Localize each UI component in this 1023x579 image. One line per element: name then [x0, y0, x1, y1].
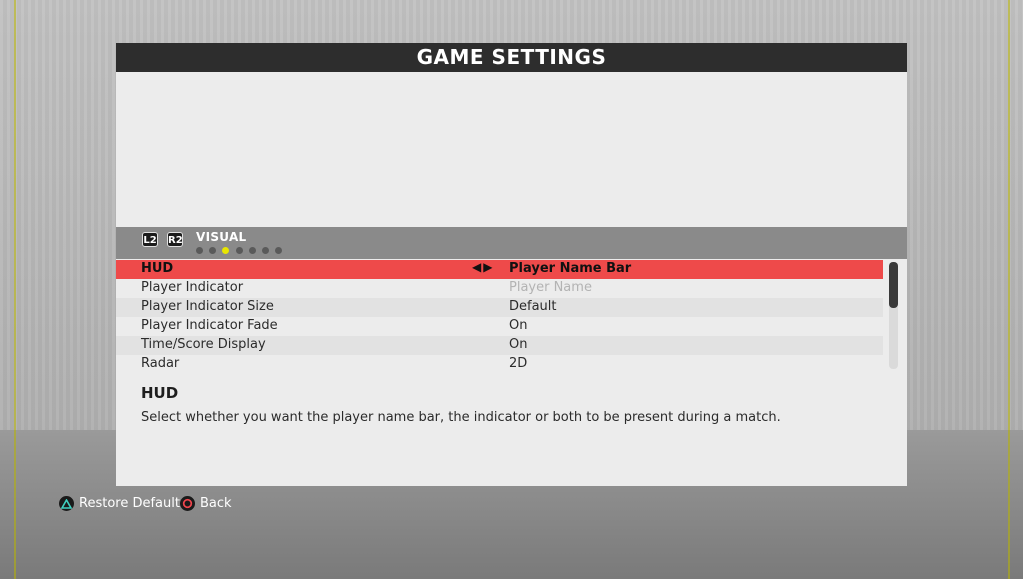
- category-label: VISUAL: [196, 230, 247, 244]
- setting-value: On: [509, 337, 528, 352]
- page-dot[interactable]: [249, 247, 256, 254]
- setting-name: Player Indicator: [141, 280, 244, 295]
- page-dot[interactable]: [196, 247, 203, 254]
- setting-row-time-score-display[interactable]: Time/Score Display On: [116, 336, 883, 355]
- description-text: Select whether you want the player name …: [141, 410, 781, 425]
- setting-row-radar[interactable]: Radar 2D: [116, 355, 883, 374]
- page-dot[interactable]: [209, 247, 216, 254]
- setting-value: Default: [509, 299, 557, 314]
- settings-list: HUD ◀▶ Player Name Bar Player Indicator …: [116, 260, 883, 374]
- category-bar: L2 R2 VISUAL: [116, 227, 907, 259]
- restore-defaults-label: Restore Defaults: [79, 496, 187, 511]
- scrollbar[interactable]: [889, 262, 898, 369]
- back-label: Back: [200, 496, 232, 511]
- left-right-arrows-icon[interactable]: ◀▶: [472, 260, 494, 274]
- scrollbar-thumb[interactable]: [889, 262, 898, 308]
- setting-value: 2D: [509, 356, 528, 371]
- setting-name: Time/Score Display: [141, 337, 266, 352]
- background-stripe: [14, 0, 16, 579]
- setting-name: Player Indicator Fade: [141, 318, 278, 333]
- setting-value: Player Name Bar: [509, 261, 632, 276]
- game-settings-panel: GAME SETTINGS L2 R2 VISUAL HUD ◀▶ Player…: [116, 43, 907, 486]
- page-dot[interactable]: [262, 247, 269, 254]
- setting-row-player-indicator-size[interactable]: Player Indicator Size Default: [116, 298, 883, 317]
- setting-row-hud[interactable]: HUD ◀▶ Player Name Bar: [116, 260, 883, 279]
- page-dot[interactable]: [236, 247, 243, 254]
- setting-name: HUD: [141, 261, 174, 276]
- circle-icon: [180, 496, 195, 511]
- setting-value: On: [509, 318, 528, 333]
- l2-button-icon[interactable]: L2: [142, 232, 158, 247]
- setting-row-player-indicator[interactable]: Player Indicator Player Name: [116, 279, 883, 298]
- description-title: HUD: [141, 384, 179, 402]
- setting-name: Radar: [141, 356, 180, 371]
- page-dot[interactable]: [275, 247, 282, 254]
- background-stripe: [1008, 0, 1010, 579]
- setting-value: Player Name: [509, 280, 592, 295]
- triangle-icon: [59, 496, 74, 511]
- page-title: GAME SETTINGS: [116, 43, 907, 72]
- r2-button-icon[interactable]: R2: [167, 232, 183, 247]
- page-dot-active[interactable]: [222, 247, 229, 254]
- setting-name: Player Indicator Size: [141, 299, 274, 314]
- setting-row-player-indicator-fade[interactable]: Player Indicator Fade On: [116, 317, 883, 336]
